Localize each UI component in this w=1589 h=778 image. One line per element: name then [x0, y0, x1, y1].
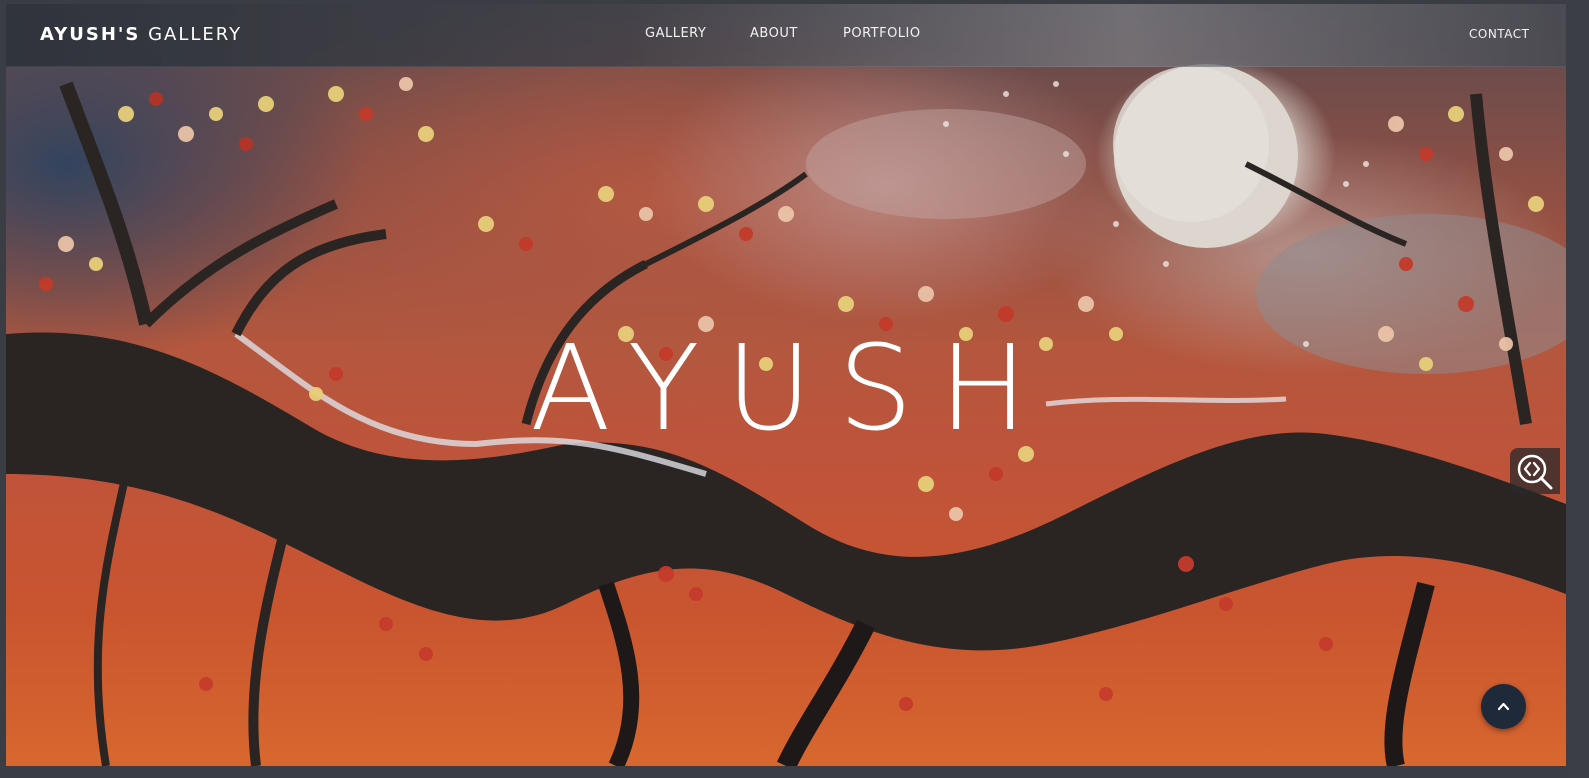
site-brand-logo[interactable]: AYUSH'S GALLERY: [40, 24, 242, 45]
hero-headline: AYUSH: [530, 319, 1054, 457]
nav-link-gallery[interactable]: GALLERY: [645, 26, 706, 41]
hero-painting-background: AYUSH'S GALLERY GALLERY ABOUT PORTFOLIO …: [6, 4, 1566, 766]
nav-link-portfolio[interactable]: PORTFOLIO: [843, 26, 921, 41]
page-scrollbar[interactable]: [1566, 0, 1589, 778]
nav-link-contact[interactable]: CONTACT: [1469, 27, 1529, 41]
back-to-top-button[interactable]: [1481, 684, 1526, 729]
chevron-up-icon: [1497, 702, 1510, 711]
zoom-inspect-button[interactable]: [1510, 448, 1560, 494]
zoom-code-icon: [1517, 454, 1553, 490]
nav-link-about[interactable]: ABOUT: [750, 26, 798, 41]
browser-viewport: AYUSH'S GALLERY GALLERY ABOUT PORTFOLIO …: [0, 0, 1589, 778]
top-navigation-bar: AYUSH'S GALLERY GALLERY ABOUT PORTFOLIO …: [6, 4, 1566, 67]
brand-name-bold: AYUSH'S: [40, 24, 141, 45]
brand-name-light: GALLERY: [148, 24, 243, 45]
